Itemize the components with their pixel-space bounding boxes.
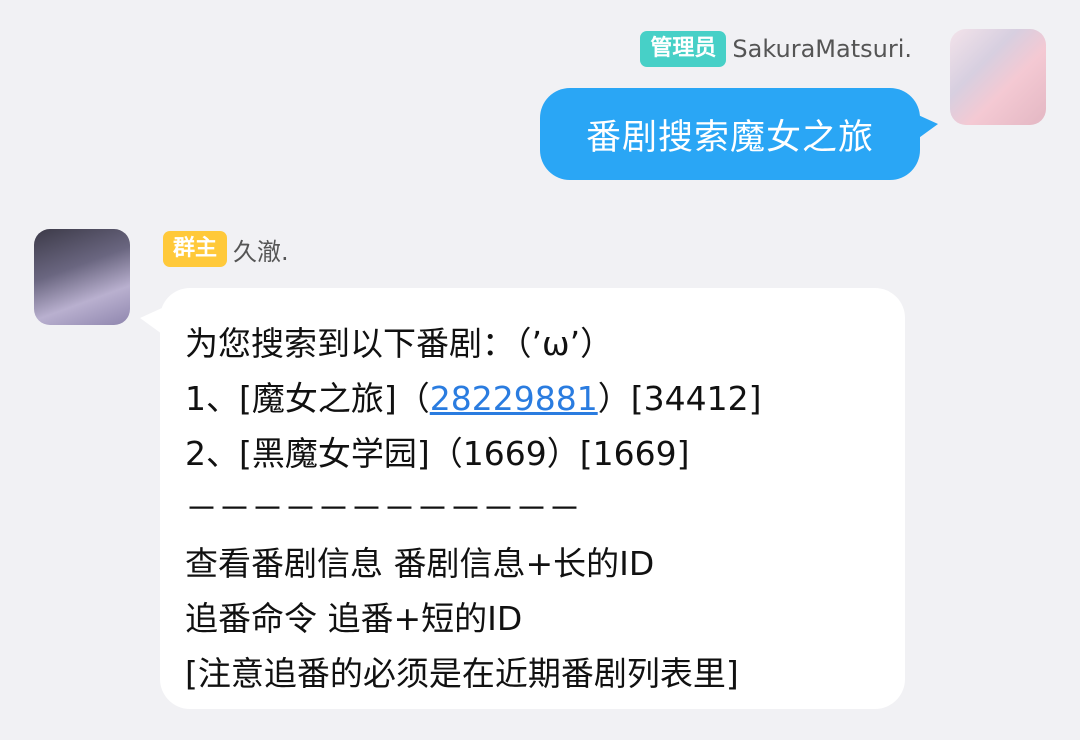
- incoming-message: 群主 久澈. 为您搜索到以下番剧：（’ω’） 1、[魔女之旅]（28229881…: [0, 210, 1080, 740]
- bubble-tail: [140, 308, 162, 334]
- message-line: 查看番剧信息 番剧信息+长的ID: [185, 544, 655, 583]
- sender-name[interactable]: SakuraMatsuri.: [732, 35, 912, 63]
- owner-badge: 群主: [163, 231, 228, 267]
- anime-id-link[interactable]: 28229881: [430, 379, 598, 418]
- outgoing-message: 管理员 SakuraMatsuri. 番剧搜索魔女之旅: [0, 0, 1080, 200]
- message-bubble[interactable]: 为您搜索到以下番剧：（’ω’） 1、[魔女之旅]（28229881）[34412…: [160, 288, 905, 709]
- avatar[interactable]: [34, 229, 130, 325]
- message-bubble[interactable]: 番剧搜索魔女之旅: [540, 88, 920, 180]
- avatar[interactable]: [950, 29, 1046, 125]
- message-text: ）[34412]: [597, 379, 762, 418]
- message-line: [注意追番的必须是在近期番剧列表里]: [185, 654, 739, 693]
- message-text: 1、[魔女之旅]（: [185, 379, 430, 418]
- message-line: 追番命令 追番+短的ID: [185, 599, 523, 638]
- message-line: 1、[魔女之旅]（28229881）[34412]: [185, 371, 905, 426]
- message-line: 为您搜索到以下番剧：（’ω’）: [185, 324, 614, 363]
- message-text: 番剧搜索魔女之旅: [585, 117, 874, 158]
- sender-row: 管理员 SakuraMatsuri.: [640, 31, 912, 67]
- message-line: 2、[黑魔女学园]（1669）[1669]: [185, 434, 690, 473]
- sender-name[interactable]: 久澈.: [233, 232, 289, 267]
- separator-line: －－－－－－－－－－－－: [185, 489, 581, 528]
- admin-badge: 管理员: [640, 31, 727, 67]
- sender-row: 群主 久澈.: [163, 231, 289, 267]
